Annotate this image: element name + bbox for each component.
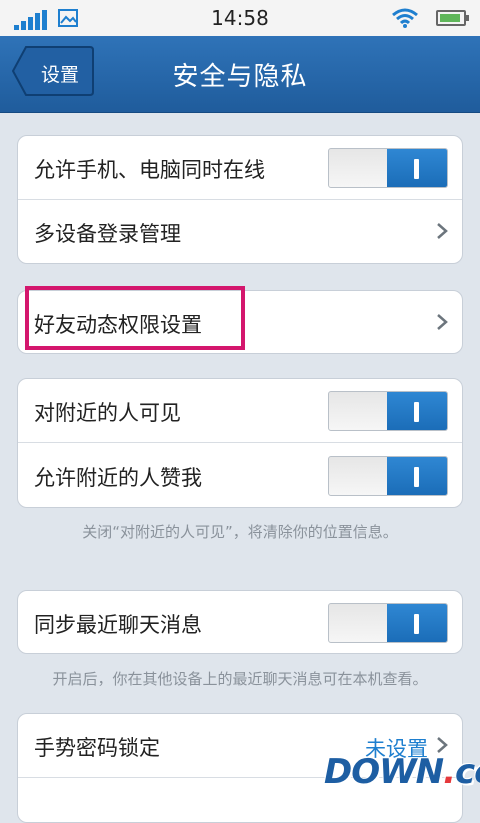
group-nearby: 对附近的人可见 允许附近的人赞我 [17,378,463,508]
toggle-switch[interactable] [328,603,448,643]
row-visible-to-nearby: 对附近的人可见 [18,379,462,443]
hint-text: 开启后，你在其他设备上的最近聊天消息可在本机查看。 [52,670,428,688]
hint-text: 关闭“对附近的人可见”，将清除你的位置信息。 [82,523,398,541]
nav-bar: 设置 安全与隐私 [0,36,480,113]
row-allow-nearby-likes: 允许附近的人赞我 [18,444,462,507]
row-label: 允许附近的人赞我 [34,466,202,490]
toggle-on-knob [387,457,447,495]
row-sync-recent-chats: 同步最近聊天消息 [18,591,462,653]
chevron-right-icon [437,314,448,330]
row-label: 对附近的人可见 [34,401,181,425]
toggle-switch[interactable] [328,148,448,188]
toggle-on-knob [387,392,447,430]
toggle-on-knob [387,149,447,187]
wifi-icon [392,8,418,28]
group-sync-chat: 同步最近聊天消息 [17,590,463,654]
battery-icon [436,10,469,26]
row-label: 多设备登录管理 [34,222,181,246]
group-online-devices: 允许手机、电脑同时在线 多设备登录管理 [17,135,463,264]
toggle-switch[interactable] [328,456,448,496]
watermark-logo: DOWN.cc [324,752,480,792]
row-multi-device-login[interactable]: 多设备登录管理 [18,200,462,263]
highlight-box [25,286,245,350]
row-label: 手势密码锁定 [34,736,160,760]
row-allow-simultaneous-online: 允许手机、电脑同时在线 [18,136,462,200]
toggle-on-knob [387,604,447,642]
chevron-right-icon [437,223,448,239]
toggle-switch[interactable] [328,391,448,431]
row-label: 同步最近聊天消息 [34,613,202,637]
page-title: 安全与隐私 [172,62,308,92]
status-bar: 14:58 [0,0,480,36]
row-label: 允许手机、电脑同时在线 [34,158,265,182]
